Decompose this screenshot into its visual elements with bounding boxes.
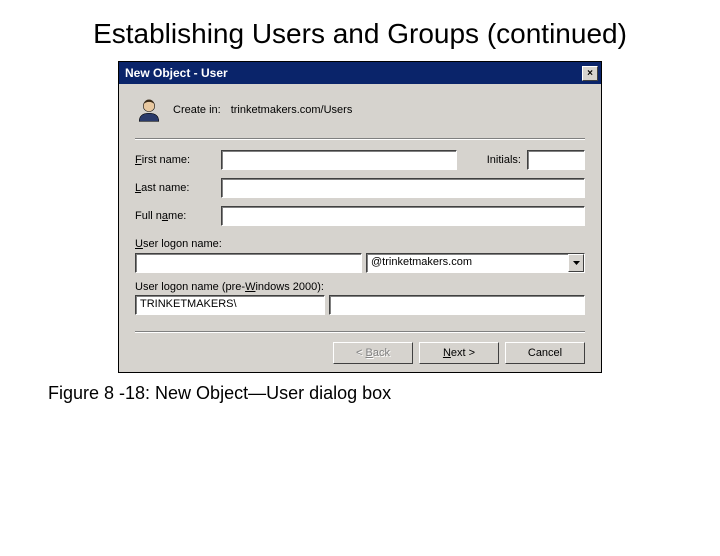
create-in-label: Create in: bbox=[173, 104, 221, 116]
button-bar: < Back Next > Cancel bbox=[135, 331, 585, 364]
upn-suffix-dropdown[interactable]: @trinketmakers.com bbox=[366, 253, 585, 273]
label-first-name: First name: bbox=[135, 154, 221, 166]
label-logon-name: User logon name: bbox=[135, 238, 585, 250]
full-name-input[interactable] bbox=[221, 206, 585, 226]
pre2000-domain-readonly: TRINKETMAKERS\ bbox=[135, 295, 325, 315]
user-head-icon bbox=[135, 96, 163, 124]
next-button[interactable]: Next > bbox=[419, 342, 499, 364]
titlebar-text: New Object - User bbox=[125, 66, 582, 80]
label-logon-pre2000: User logon name (pre-Windows 2000): bbox=[135, 281, 585, 293]
cancel-button[interactable]: Cancel bbox=[505, 342, 585, 364]
last-name-input[interactable] bbox=[221, 178, 585, 198]
row-logon-pre2000: TRINKETMAKERS\ bbox=[135, 295, 585, 315]
create-in-path: trinketmakers.com/Users bbox=[231, 104, 353, 116]
initials-input[interactable] bbox=[527, 150, 585, 170]
divider-top bbox=[135, 138, 585, 140]
label-last-name: Last name: bbox=[135, 182, 221, 194]
chevron-down-icon[interactable] bbox=[568, 254, 584, 272]
close-button[interactable]: × bbox=[582, 66, 598, 81]
logon-name-input[interactable] bbox=[135, 253, 362, 273]
create-in-row: Create in: trinketmakers.com/Users bbox=[135, 96, 585, 124]
figure-caption: Figure 8 -18: New Object—User dialog box bbox=[48, 383, 720, 404]
pre2000-name-input[interactable] bbox=[329, 295, 585, 315]
titlebar: New Object - User × bbox=[119, 62, 601, 84]
row-full-name: Full name: bbox=[135, 206, 585, 226]
row-logon-name: @trinketmakers.com bbox=[135, 253, 585, 273]
label-full-name: Full name: bbox=[135, 210, 221, 222]
row-first-name: First name: Initials: bbox=[135, 150, 585, 170]
label-initials: Initials: bbox=[471, 154, 521, 166]
row-last-name: Last name: bbox=[135, 178, 585, 198]
dialog-body: Create in: trinketmakers.com/Users First… bbox=[119, 84, 601, 372]
new-object-user-dialog: New Object - User × Create in: trinketma… bbox=[118, 61, 602, 373]
back-button[interactable]: < Back bbox=[333, 342, 413, 364]
upn-suffix-value: @trinketmakers.com bbox=[367, 254, 568, 272]
slide-title: Establishing Users and Groups (continued… bbox=[0, 16, 720, 51]
first-name-input[interactable] bbox=[221, 150, 457, 170]
